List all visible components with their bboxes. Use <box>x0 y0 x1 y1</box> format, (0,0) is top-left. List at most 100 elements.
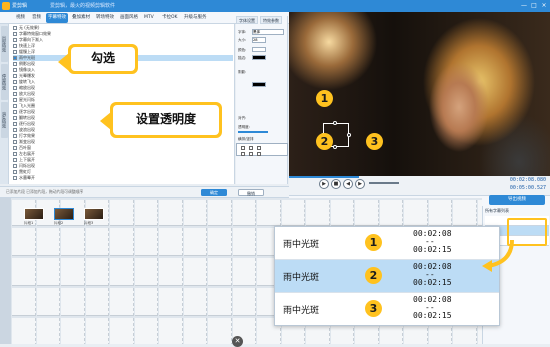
align-option[interactable] <box>257 152 261 156</box>
checkbox[interactable] <box>13 116 17 120</box>
timeline-slot[interactable] <box>36 318 60 344</box>
checkbox[interactable] <box>13 128 17 132</box>
align-option[interactable] <box>241 152 245 156</box>
next-frame-icon[interactable]: ▶ <box>355 179 365 189</box>
clip-thumbnail[interactable] <box>24 208 44 220</box>
shadow-swatch[interactable] <box>252 82 266 87</box>
timeline-slot[interactable] <box>61 228 85 256</box>
checkbox[interactable] <box>13 50 17 54</box>
timeline-slot[interactable] <box>208 318 232 344</box>
checkbox[interactable] <box>13 122 17 126</box>
timeline-slot[interactable] <box>110 288 134 316</box>
checkbox[interactable] <box>13 98 17 102</box>
close-button[interactable]: × <box>540 2 548 10</box>
align-option[interactable] <box>249 152 253 156</box>
play-icon[interactable]: ▶ <box>319 179 329 189</box>
resize-handle[interactable] <box>333 121 337 125</box>
checkbox[interactable] <box>13 152 17 156</box>
timeline-slot[interactable] <box>134 228 158 256</box>
timeline-slot[interactable] <box>379 200 403 226</box>
checkbox[interactable] <box>13 146 17 150</box>
timeline-slot[interactable] <box>85 228 109 256</box>
tab-effect-params[interactable]: 特效参数 <box>260 16 282 24</box>
tab-subtitle-effects[interactable]: 字幕特效 <box>46 13 68 23</box>
timeline-slot[interactable] <box>159 200 183 226</box>
volume-slider[interactable] <box>369 182 399 184</box>
timeline-slot[interactable] <box>134 258 158 286</box>
confirm-button[interactable]: 确定 <box>201 189 227 196</box>
stroke-swatch[interactable] <box>252 55 266 60</box>
checkbox[interactable] <box>13 140 17 144</box>
tab-karaoke[interactable]: 卡拉OK <box>160 13 180 23</box>
stay-effect-tab[interactable]: 停留特效 <box>1 64 8 100</box>
clip-thumbnail[interactable] <box>54 208 74 220</box>
tab-video[interactable]: 视频 <box>14 13 27 23</box>
timeline-slot[interactable] <box>428 200 452 226</box>
timeline-slot[interactable] <box>85 258 109 286</box>
timeline-slot[interactable] <box>281 200 305 226</box>
tab-transition[interactable]: 转场特效 <box>94 13 116 23</box>
maximize-button[interactable]: □ <box>530 2 538 10</box>
timeline-slot[interactable] <box>110 228 134 256</box>
timeline-slot[interactable] <box>208 258 232 286</box>
timeline-slot[interactable] <box>61 288 85 316</box>
timeline-slot[interactable] <box>208 200 232 226</box>
subtitle-row-selected[interactable]: 雨中光斑 2 00:02:08 -- 00:02:15 <box>275 260 499 292</box>
timeline-slot[interactable] <box>36 258 60 286</box>
timeline-slot[interactable] <box>232 228 256 256</box>
size-select[interactable]: 28 <box>252 37 266 43</box>
timeline-slot[interactable] <box>208 228 232 256</box>
timeline-slot[interactable] <box>183 228 207 256</box>
timeline-slot[interactable] <box>208 288 232 316</box>
resize-handle[interactable] <box>347 133 351 137</box>
timeline-slot[interactable] <box>85 318 109 344</box>
timeline-slot[interactable] <box>134 288 158 316</box>
checkbox[interactable] <box>13 104 17 108</box>
checkbox[interactable] <box>13 92 17 96</box>
stop-icon[interactable]: ■ <box>331 179 341 189</box>
timeline-slot[interactable] <box>330 200 354 226</box>
timeline-slot[interactable] <box>134 200 158 226</box>
timeline-slot[interactable] <box>159 288 183 316</box>
checkbox[interactable] <box>13 170 17 174</box>
timeline-slot[interactable] <box>306 200 330 226</box>
resize-handle[interactable] <box>333 145 337 149</box>
checkbox[interactable] <box>13 158 17 162</box>
checkbox[interactable] <box>13 62 17 66</box>
timeline-slot[interactable] <box>183 318 207 344</box>
prev-frame-icon[interactable]: ◀ <box>343 179 353 189</box>
tab-overlay[interactable]: 叠加素材 <box>70 13 92 23</box>
align-option[interactable] <box>241 146 245 150</box>
tab-font-settings[interactable]: 字体设置 <box>236 16 258 24</box>
timeline-slot[interactable] <box>232 258 256 286</box>
timeline-slot[interactable] <box>159 318 183 344</box>
close-icon[interactable]: ✕ <box>232 336 243 347</box>
timeline-slot[interactable] <box>183 200 207 226</box>
checkbox[interactable] <box>13 74 17 78</box>
timeline-slot[interactable] <box>159 258 183 286</box>
timeline-slot[interactable] <box>404 200 428 226</box>
timeline-slot[interactable] <box>61 318 85 344</box>
checkbox[interactable] <box>13 32 17 36</box>
tab-audio[interactable]: 音频 <box>30 13 43 23</box>
checkbox[interactable] <box>13 80 17 84</box>
font-select[interactable]: 黑体 <box>252 29 284 35</box>
checkbox[interactable] <box>13 110 17 114</box>
timeline-slot[interactable] <box>36 228 60 256</box>
timeline-slot[interactable] <box>36 288 60 316</box>
minimize-button[interactable]: — <box>520 2 528 10</box>
list-item[interactable]: 水墨晕开 <box>13 175 35 181</box>
timeline-slot[interactable] <box>183 288 207 316</box>
opacity-slider[interactable] <box>238 131 268 133</box>
subtitle-row[interactable]: 雨中光斑 3 00:02:08 -- 00:02:15 <box>275 293 499 325</box>
timeline-slot[interactable] <box>12 318 36 344</box>
timeline-slot[interactable] <box>355 200 379 226</box>
timeline-slot[interactable] <box>183 258 207 286</box>
timeline-slot[interactable] <box>159 228 183 256</box>
appear-effect-tab[interactable]: 出现特效 <box>1 26 8 62</box>
align-option[interactable] <box>257 146 261 150</box>
tab-mtv[interactable]: MTV <box>142 13 156 23</box>
timeline-slot[interactable] <box>85 288 109 316</box>
checkbox[interactable] <box>13 26 17 30</box>
timeline-slot[interactable] <box>232 200 256 226</box>
